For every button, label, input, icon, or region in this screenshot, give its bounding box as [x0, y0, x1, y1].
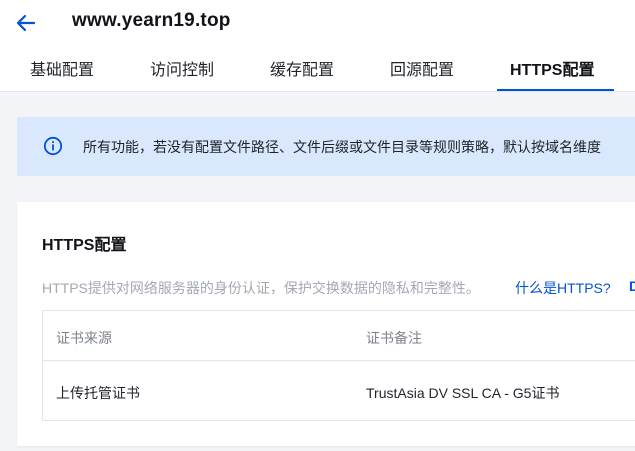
notice-text: 所有功能，若没有配置文件路径、文件后缀或文件目录等规则策略，默认按域名维度 — [83, 139, 601, 155]
certificate-table: 证书来源 证书备注 上传托管证书 TrustAsia DV SSL CA - G… — [42, 310, 635, 421]
arrow-left-icon — [16, 14, 36, 32]
back-button[interactable] — [14, 12, 38, 34]
info-notice: 所有功能，若没有配置文件路径、文件后缀或文件目录等规则策略，默认按域名维度 — [17, 117, 635, 176]
tab-https-config[interactable]: HTTPS配置 — [510, 52, 594, 92]
tab-origin-config[interactable]: 回源配置 — [390, 52, 454, 92]
what-is-https-link[interactable]: 什么是HTTPS? — [515, 278, 611, 298]
tab-basic-config[interactable]: 基础配置 — [30, 52, 94, 92]
cert-source-cell: 上传托管证书 — [56, 385, 140, 401]
column-header-cert-source: 证书来源 — [56, 330, 112, 346]
active-tab-indicator — [497, 89, 614, 91]
table-row: 上传托管证书 TrustAsia DV SSL CA - G5证书 — [43, 361, 635, 421]
https-config-card: HTTPS配置 HTTPS提供对网络服务器的身份认证，保护交换数据的隐私和完整性… — [17, 202, 635, 446]
column-header-cert-note: 证书备注 — [366, 330, 422, 346]
card-title: HTTPS配置 — [42, 237, 127, 254]
tab-access-control[interactable]: 访问控制 — [150, 52, 214, 92]
card-description: HTTPS提供对网络服务器的身份认证，保护交换数据的隐私和完整性。 — [42, 280, 480, 296]
table-header: 证书来源 证书备注 — [43, 311, 635, 361]
tab-bar: 基础配置 访问控制 缓存配置 回源配置 HTTPS配置 — [0, 52, 635, 92]
tab-cache-config[interactable]: 缓存配置 — [270, 52, 334, 92]
cert-note-cell: TrustAsia DV SSL CA - G5证书 — [366, 385, 560, 401]
top-bar: www.yearn19.top 基础配置 访问控制 缓存配置 回源配置 HTTP… — [0, 0, 635, 92]
docs-link[interactable]: D — [629, 278, 635, 294]
info-icon — [43, 136, 63, 156]
page-title: www.yearn19.top — [72, 10, 231, 31]
